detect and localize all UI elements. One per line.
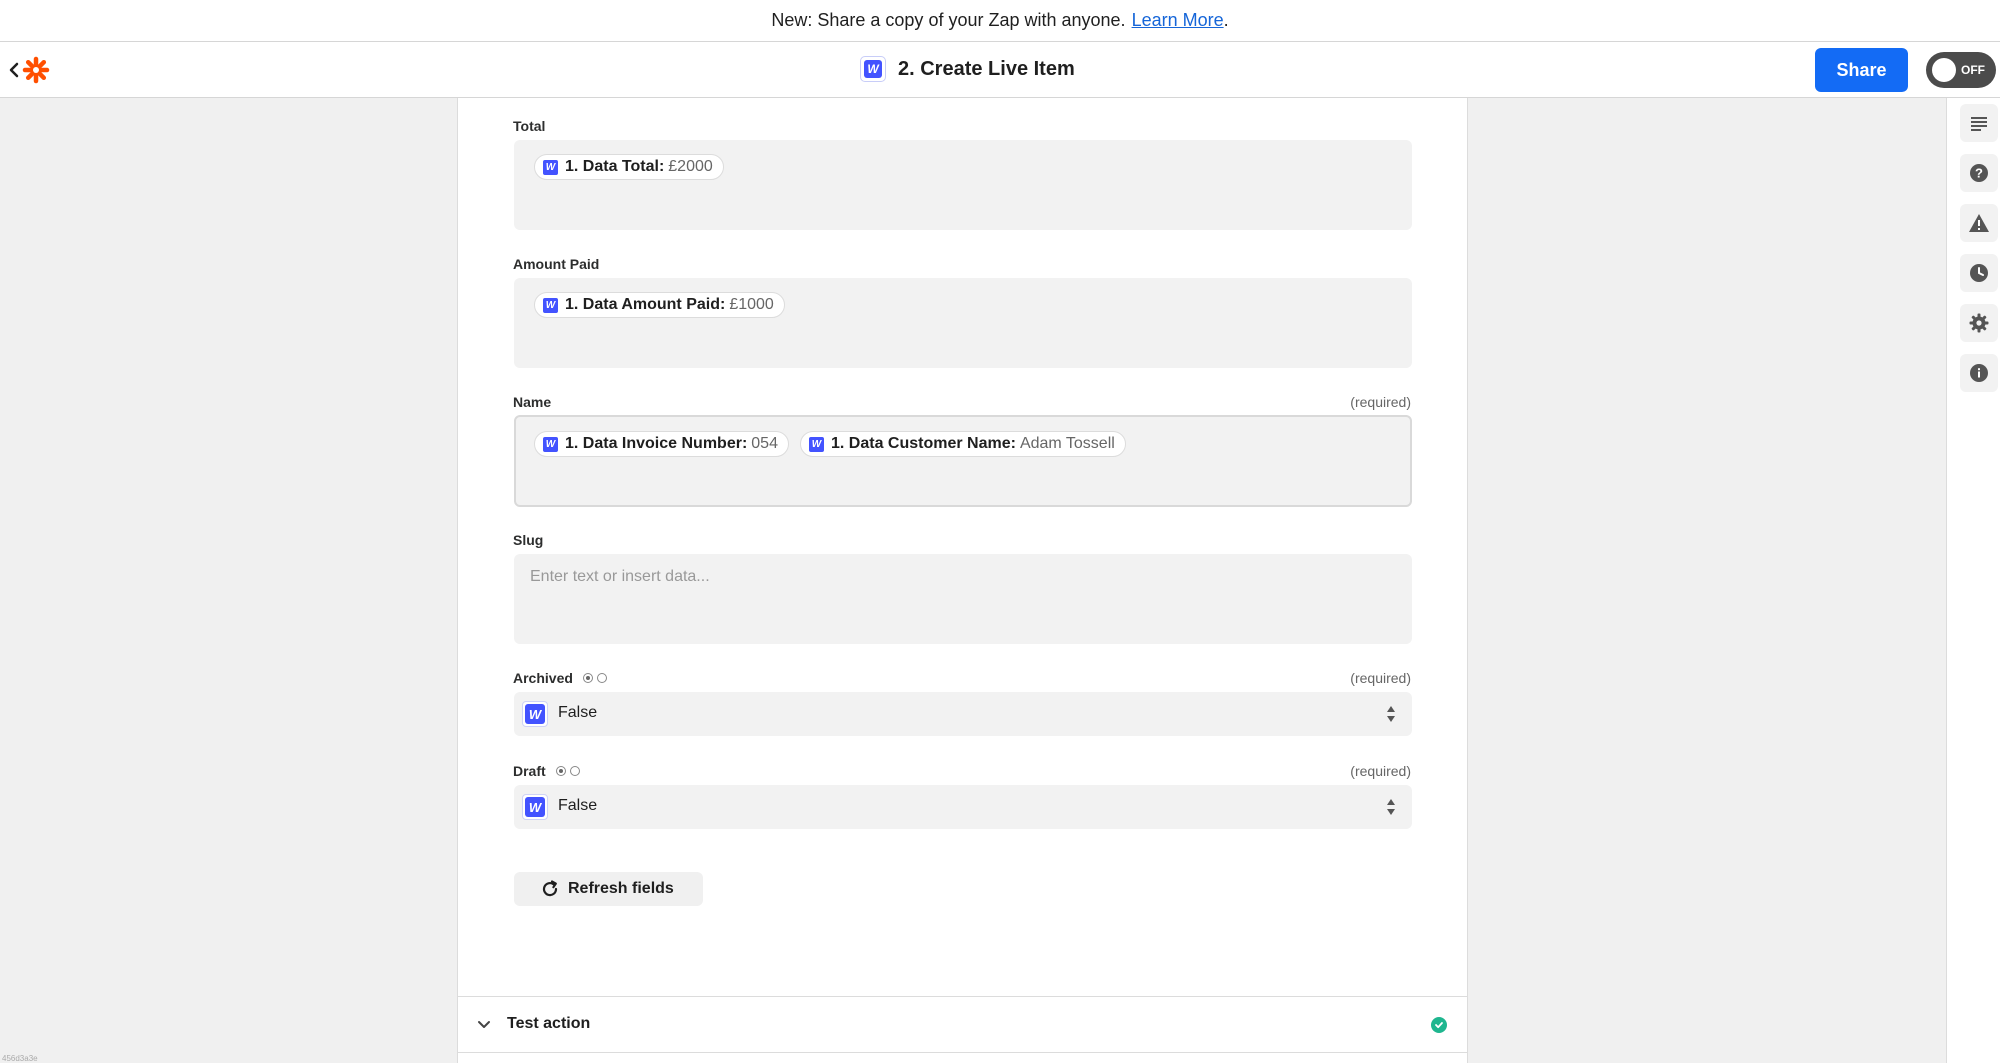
- zapier-logo[interactable]: [22, 56, 50, 84]
- pill-key: 1. Data Invoice Number:: [565, 435, 748, 452]
- archived-value: False: [558, 704, 598, 721]
- pill-value: 054: [751, 435, 778, 452]
- draft-label-text: Draft: [513, 763, 546, 779]
- refresh-icon: [542, 880, 558, 897]
- pill-key: 1. Data Customer Name:: [831, 435, 1016, 452]
- amount-paid-label: Amount Paid: [513, 256, 599, 272]
- slug-label-text: Slug: [513, 532, 544, 548]
- svg-text:?: ?: [1975, 166, 1983, 181]
- radio-dropdown-mode[interactable]: [582, 673, 593, 683]
- total-label: Total: [513, 118, 545, 134]
- draft-required: (required): [1350, 763, 1411, 779]
- pill-value: £1000: [729, 296, 774, 313]
- right-sidebar: ?: [1946, 98, 2000, 1063]
- chevron-left-icon: [9, 62, 19, 78]
- total-input[interactable]: W 1. Data Total: £2000: [514, 140, 1412, 230]
- zap-on-off-toggle[interactable]: OFF: [1926, 52, 1996, 88]
- name-required: (required): [1350, 394, 1411, 410]
- slug-label: Slug: [513, 532, 543, 548]
- draft-label: Draft: [513, 763, 580, 779]
- draft-mode-radios: [555, 766, 580, 776]
- history-icon: [1970, 264, 1988, 282]
- settings-icon: [1969, 313, 1989, 333]
- slug-placeholder: Enter text or insert data...: [530, 568, 710, 585]
- archived-required: (required): [1350, 670, 1411, 686]
- webflow-icon: W: [543, 297, 558, 313]
- outline-button[interactable]: [1960, 104, 1998, 142]
- select-arrows-icon: [1387, 706, 1395, 722]
- webflow-app-badge: W: [522, 701, 548, 727]
- webflow-app-badge: W: [522, 794, 548, 820]
- step-title-group[interactable]: W 2. Create Live Item: [860, 56, 1075, 82]
- webflow-icon: W: [525, 797, 545, 817]
- help-button[interactable]: ?: [1960, 154, 1998, 192]
- test-action-section[interactable]: Test action: [458, 996, 1467, 1053]
- radio-custom-mode[interactable]: [596, 673, 607, 683]
- webflow-icon: W: [864, 60, 882, 78]
- help-icon: ?: [1970, 164, 1988, 182]
- radio-dropdown-mode[interactable]: [555, 766, 566, 776]
- announcement-banner: New: Share a copy of your Zap with anyon…: [0, 0, 2000, 42]
- webflow-app-badge: W: [860, 56, 886, 82]
- archived-label-text: Archived: [513, 670, 573, 686]
- toggle-knob: [1932, 58, 1956, 82]
- select-arrows-icon: [1387, 799, 1395, 815]
- data-pill-total[interactable]: W 1. Data Total: £2000: [534, 154, 724, 180]
- back-button[interactable]: [4, 58, 24, 82]
- data-pill-amount-paid[interactable]: W 1. Data Amount Paid: £1000: [534, 292, 785, 318]
- settings-button[interactable]: [1960, 304, 1998, 342]
- share-button[interactable]: Share: [1815, 48, 1908, 92]
- draft-value: False: [558, 797, 598, 814]
- refresh-fields-button[interactable]: Refresh fields: [514, 872, 703, 906]
- name-label-text: Name: [513, 394, 552, 410]
- page-title: 2. Create Live Item: [898, 57, 1075, 80]
- banner-text: New: Share a copy of your Zap with anyon…: [771, 10, 1126, 30]
- webflow-icon: W: [809, 436, 824, 452]
- banner-suffix: .: [1223, 10, 1229, 30]
- slug-input[interactable]: Enter text or insert data...: [514, 554, 1412, 644]
- toggle-label: OFF: [1961, 63, 1985, 77]
- total-label-text: Total: [513, 118, 546, 134]
- outline-icon: [1971, 117, 1987, 131]
- webflow-icon: W: [543, 436, 558, 452]
- name-input[interactable]: W 1. Data Invoice Number: 054 W 1. Data …: [514, 415, 1412, 507]
- draft-select[interactable]: W False: [514, 785, 1412, 829]
- warning-icon: [1969, 214, 1989, 232]
- data-pill-customer-name[interactable]: W 1. Data Customer Name: Adam Tossell: [800, 431, 1126, 457]
- pill-value: Adam Tossell: [1019, 435, 1115, 452]
- history-button[interactable]: [1960, 254, 1998, 292]
- webflow-icon: W: [525, 704, 545, 724]
- warnings-button[interactable]: [1960, 204, 1998, 242]
- pill-key: 1. Data Amount Paid:: [565, 296, 726, 313]
- webflow-icon: W: [543, 159, 558, 175]
- amount-paid-label-text: Amount Paid: [513, 256, 600, 272]
- data-pill-invoice-number[interactable]: W 1. Data Invoice Number: 054: [534, 431, 789, 457]
- editor-header: W 2. Create Live Item Share OFF: [0, 42, 2000, 98]
- pill-value: £2000: [668, 158, 713, 175]
- details-button[interactable]: [1960, 354, 1998, 392]
- archived-mode-radios: [582, 673, 607, 683]
- learn-more-link[interactable]: Learn More: [1132, 10, 1224, 31]
- info-icon: [1970, 364, 1988, 382]
- archived-label: Archived: [513, 670, 607, 686]
- zapier-asterisk-icon: [22, 56, 50, 84]
- archived-select[interactable]: W False: [514, 692, 1412, 736]
- chevron-down-icon: [478, 1021, 490, 1028]
- refresh-fields-label: Refresh fields: [568, 880, 674, 897]
- check-circle-icon: [1431, 1017, 1447, 1033]
- test-action-label: Test action: [507, 1015, 591, 1032]
- radio-custom-mode[interactable]: [569, 766, 580, 776]
- pill-key: 1. Data Total:: [565, 158, 665, 175]
- name-label: Name: [513, 394, 551, 410]
- step-config-panel: Total W 1. Data Total: £2000 Amount Paid…: [457, 98, 1468, 1063]
- amount-paid-input[interactable]: W 1. Data Amount Paid: £1000: [514, 278, 1412, 368]
- build-id: 456d3a3e: [2, 1054, 38, 1063]
